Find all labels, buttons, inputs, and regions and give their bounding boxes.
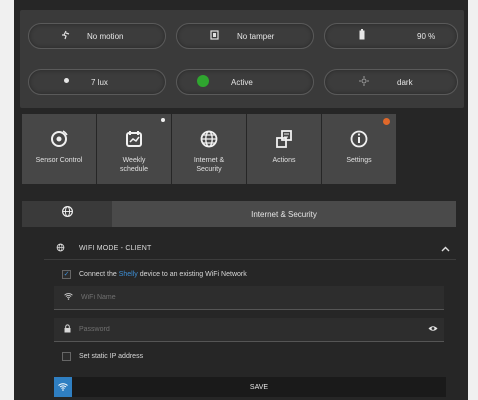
info-icon [349, 128, 369, 150]
connect-text-pre: Connect the [79, 270, 117, 278]
tamper-status: No tamper [176, 23, 314, 49]
tamper-sensor-icon [207, 29, 221, 43]
wifi-mode-header[interactable]: WIFI MODE - CLIENT [44, 238, 456, 260]
globe-icon [61, 205, 74, 223]
settings-alert-badge [383, 118, 390, 125]
tile-label: Actions [272, 157, 296, 164]
motion-status: No motion [28, 23, 166, 49]
wifi-client-card: WIFI MODE - CLIENT ✓ Connect the Shelly … [44, 238, 456, 400]
notification-dot [161, 118, 165, 122]
tile-label: Sensor Control [35, 157, 83, 164]
tile-sensor-control[interactable]: Sensor Control [22, 114, 96, 184]
tile-label: Weekly schedule [119, 157, 149, 173]
battery-label: 90 % [417, 31, 436, 41]
password-field [54, 318, 444, 342]
lux-status: 7 lux [28, 69, 166, 95]
static-ip-row: Set static IP address [44, 348, 456, 364]
menu-tiles: Sensor Control Weekly schedule Internet … [22, 114, 397, 184]
static-ip-label: Set static IP address [79, 352, 144, 360]
frame-left [0, 0, 14, 400]
tile-label: Settings [346, 157, 372, 164]
lock-icon [64, 324, 71, 335]
tamper-label: No tamper [237, 31, 275, 41]
running-person-icon [59, 30, 73, 43]
connect-existing-checkbox[interactable]: ✓ [62, 269, 71, 279]
save-label: SAVE [249, 383, 269, 391]
active-status: Active [176, 69, 314, 95]
brand-link[interactable]: Shelly [119, 271, 138, 278]
wifi-name-input[interactable] [81, 294, 444, 301]
tile-internet-security[interactable]: Internet & Security [172, 114, 246, 184]
sensor-control-icon [49, 128, 69, 150]
eye-icon[interactable] [428, 325, 438, 334]
globe-icon [56, 243, 65, 254]
dim-sun-icon [357, 75, 371, 89]
tile-label: Internet & Security [193, 157, 225, 173]
battery-icon [355, 29, 369, 43]
light-status: dark [324, 69, 458, 95]
lux-label: 7 lux [91, 77, 108, 87]
wifi-icon [54, 377, 72, 397]
tile-actions[interactable]: Actions [247, 114, 321, 184]
wifi-name-field [54, 286, 444, 310]
section-title: Internet & Security [251, 209, 317, 219]
battery-status: 90 % [324, 23, 458, 49]
app-window: No motion No tamper 90 % 7 lux Active da… [14, 0, 468, 400]
save-button[interactable]: SAVE [54, 377, 446, 397]
status-panel: No motion No tamper 90 % 7 lux Active da… [20, 10, 464, 108]
motion-label: No motion [87, 31, 124, 41]
static-ip-checkbox[interactable] [62, 351, 71, 361]
section-header: Internet & Security [22, 201, 456, 227]
calendar-icon [124, 128, 144, 150]
active-dot-icon [197, 75, 209, 89]
frame-right [468, 0, 478, 400]
actions-icon [274, 128, 294, 150]
light-label: dark [397, 77, 413, 87]
tile-settings[interactable]: Settings [322, 114, 396, 184]
connect-text-post: device to an existing WiFi Network [139, 270, 247, 278]
active-label: Active [231, 77, 253, 87]
section-icon-box [22, 201, 112, 227]
wifi-mode-title: WIFI MODE - CLIENT [79, 245, 152, 252]
connect-existing-row: ✓ Connect the Shelly device to an existi… [44, 266, 456, 282]
globe-icon [199, 128, 219, 150]
password-input[interactable] [79, 326, 428, 333]
chevron-up-icon[interactable] [441, 244, 450, 254]
tile-weekly-schedule[interactable]: Weekly schedule [97, 114, 171, 184]
sun-icon [59, 76, 73, 88]
wifi-icon [64, 293, 73, 302]
